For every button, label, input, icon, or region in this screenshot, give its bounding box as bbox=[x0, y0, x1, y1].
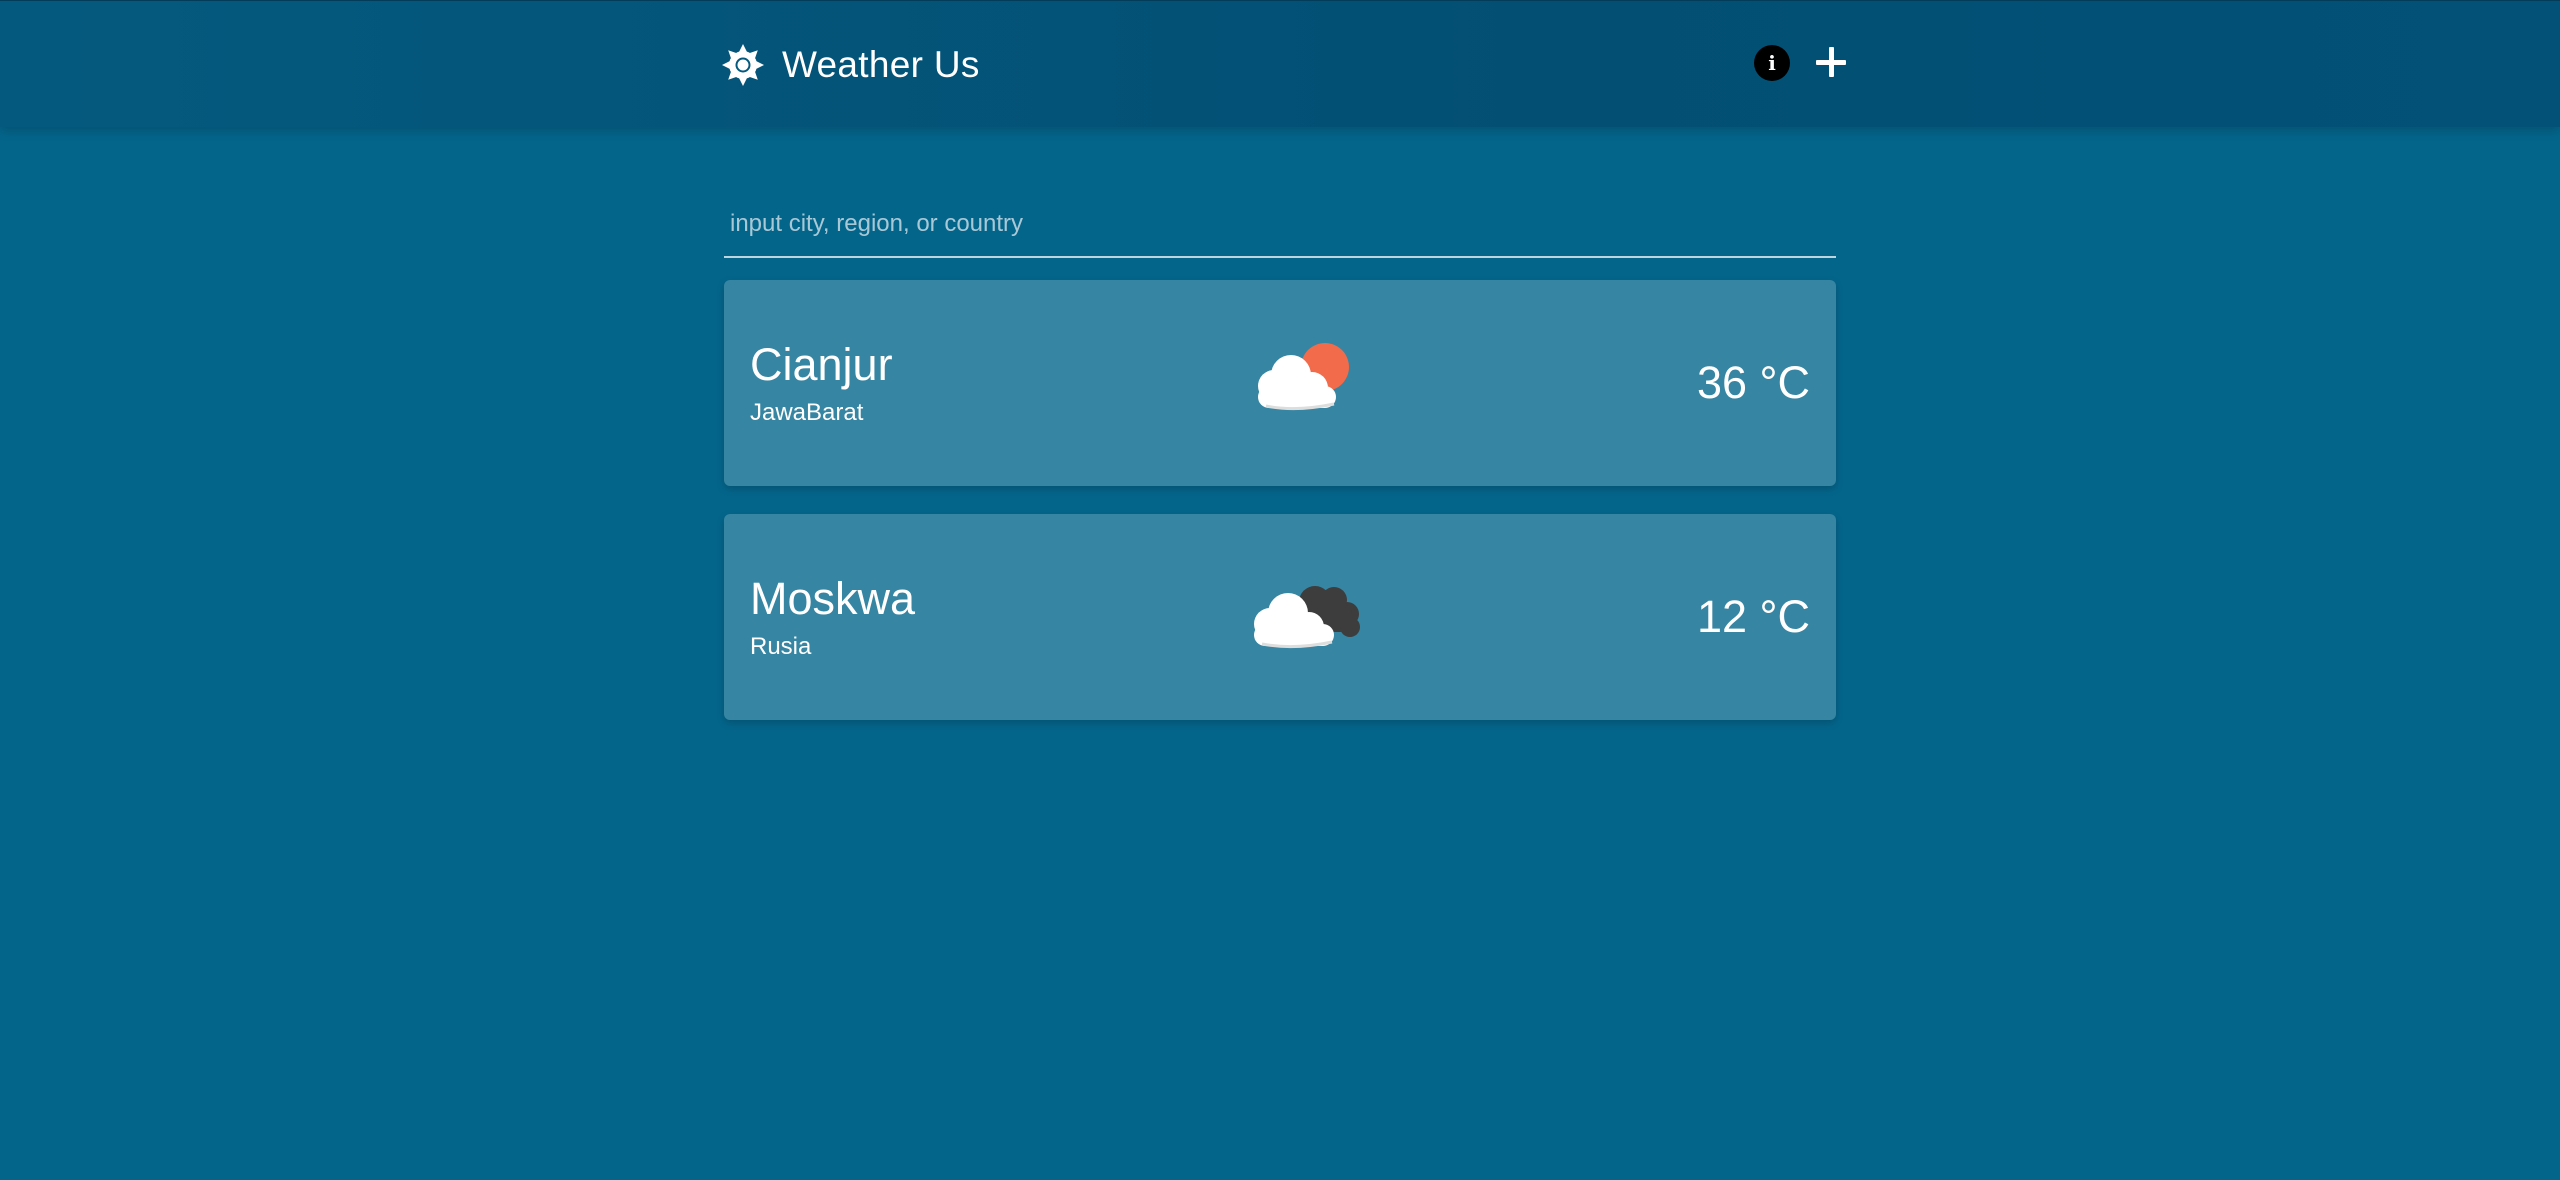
region-name: JawaBarat bbox=[750, 399, 864, 426]
cloudy-icon bbox=[1254, 586, 1360, 649]
city-name: Cianjur bbox=[750, 339, 893, 390]
brand[interactable]: Weather Us bbox=[722, 37, 980, 93]
temperature: 12 °C bbox=[1696, 591, 1810, 642]
search-field bbox=[724, 196, 1836, 258]
app-title: Weather Us bbox=[782, 44, 980, 85]
city-name: Moskwa bbox=[750, 573, 916, 624]
app-page: Weather Us i Cianjur JawaBarat 36 °C Mos… bbox=[0, 0, 2560, 1180]
search-input[interactable] bbox=[724, 196, 1836, 252]
weather-card[interactable]: Moskwa Rusia 12 °C bbox=[724, 514, 1836, 720]
info-icon[interactable]: i bbox=[1754, 45, 1790, 81]
app-header: Weather Us i bbox=[0, 0, 2560, 127]
temperature: 36 °C bbox=[1696, 357, 1810, 408]
partly-sunny-icon bbox=[1258, 343, 1349, 411]
plus-icon[interactable] bbox=[1812, 43, 1852, 83]
header-actions: i bbox=[1754, 43, 1852, 83]
sun-icon bbox=[722, 44, 764, 86]
weather-card[interactable]: Cianjur JawaBarat 36 °C bbox=[724, 280, 1836, 486]
region-name: Rusia bbox=[750, 633, 812, 660]
